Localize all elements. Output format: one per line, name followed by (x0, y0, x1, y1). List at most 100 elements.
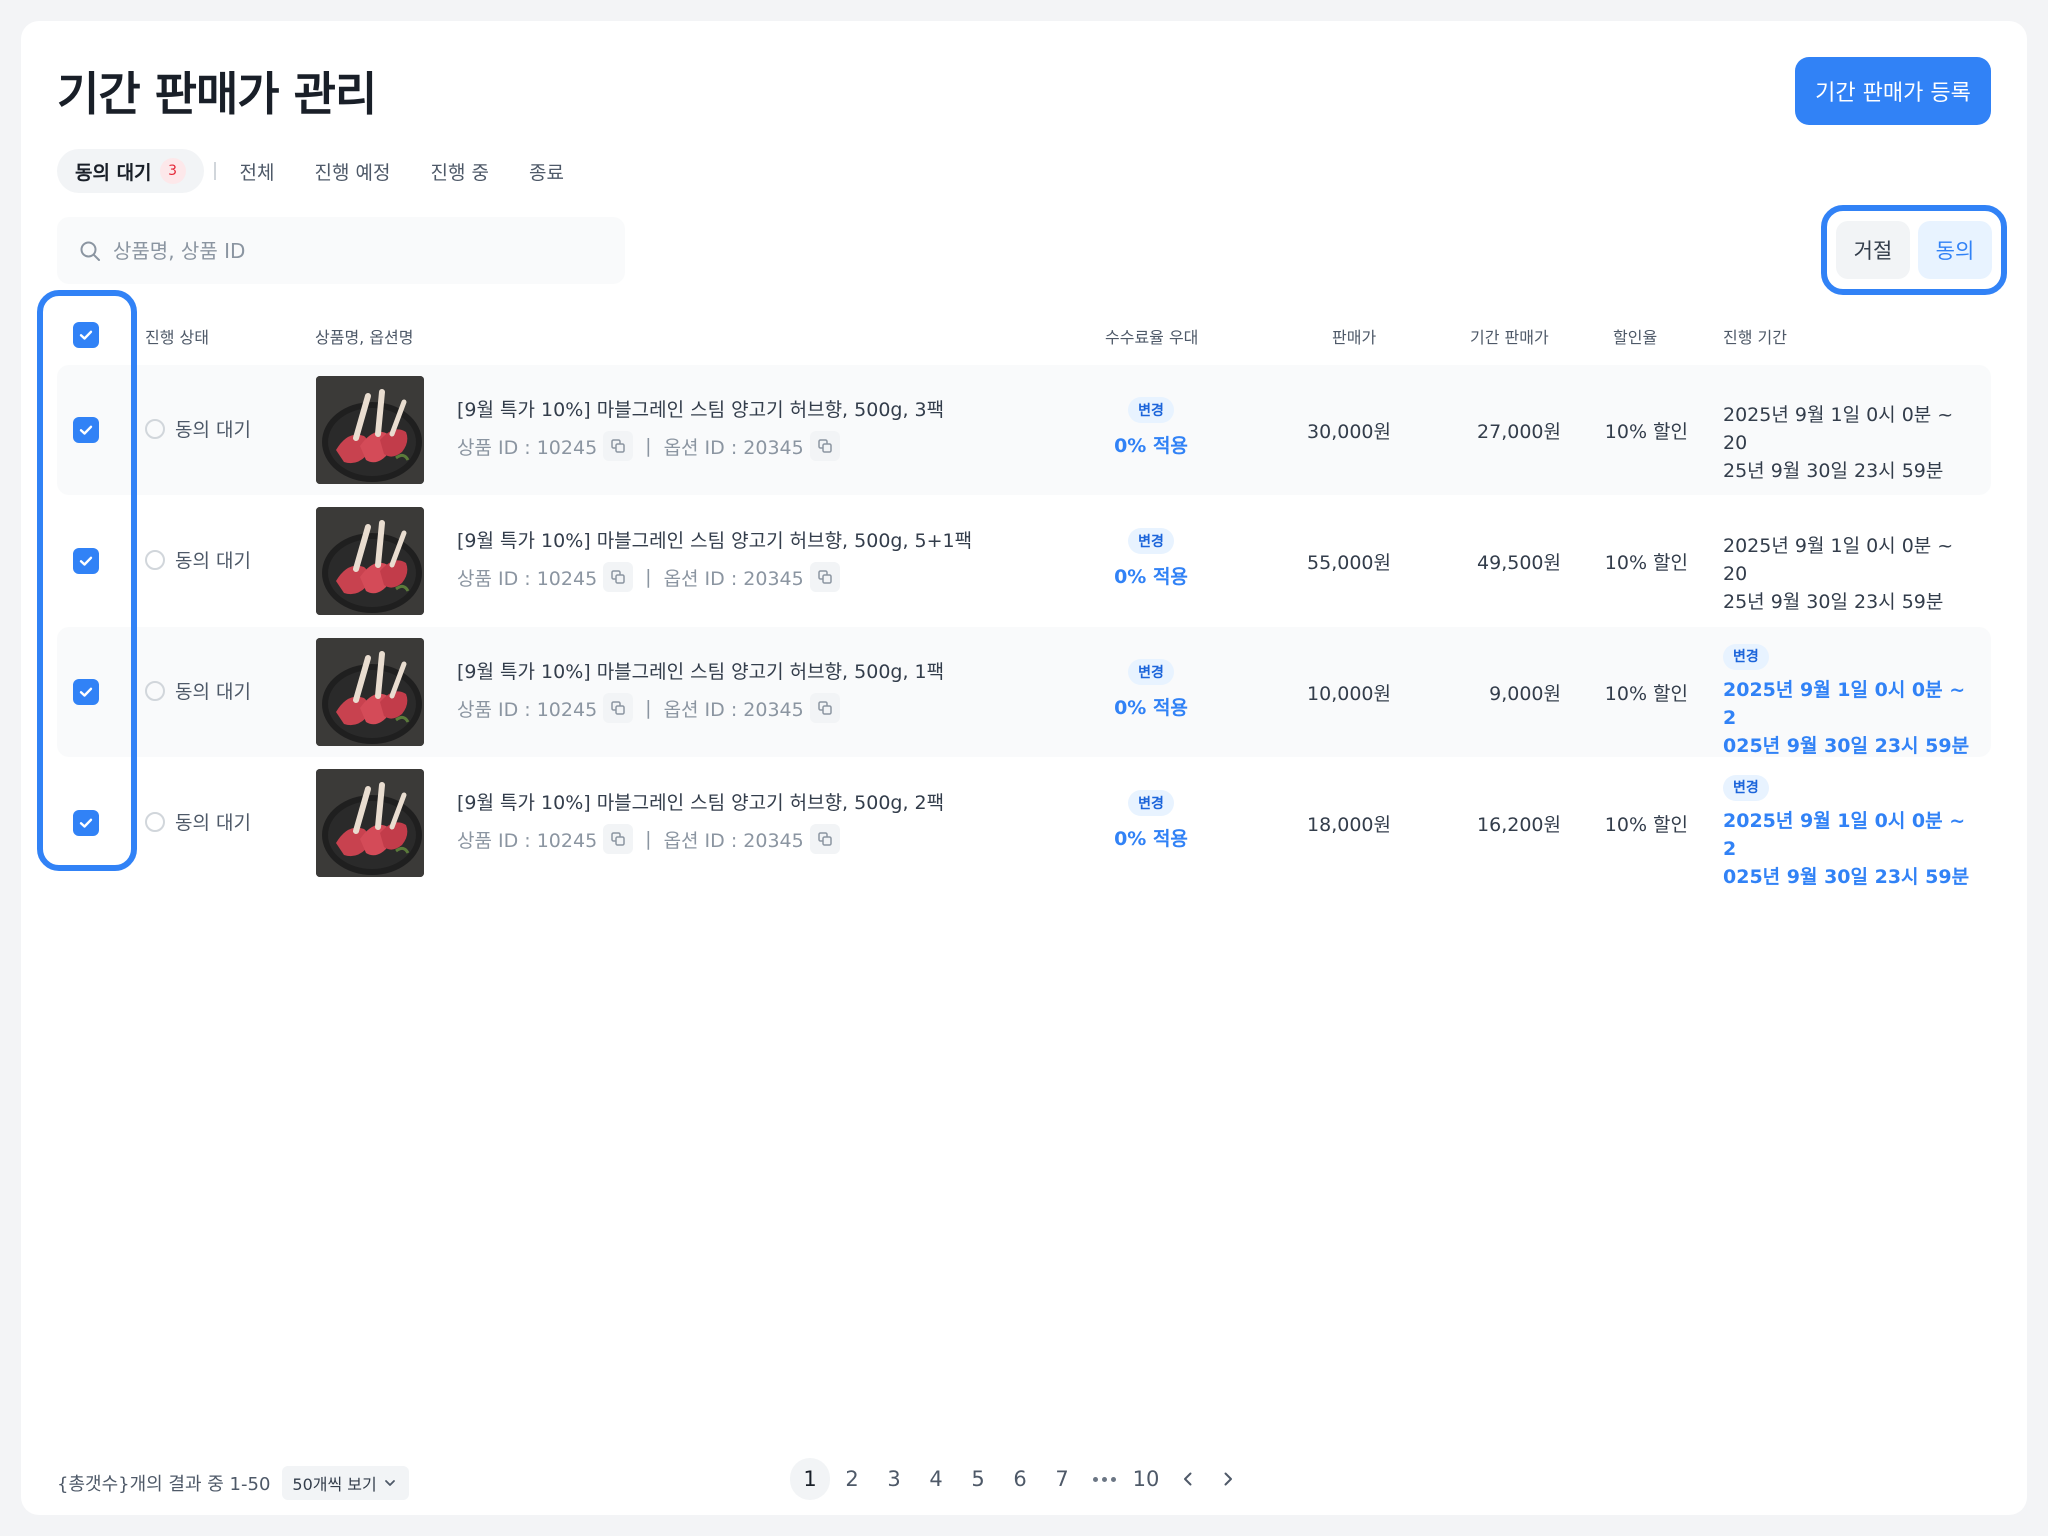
product-name: [9월 특가 10%] 마블그레인 스팀 양고기 허브향, 500g, 3팩 (457, 399, 945, 421)
option-id-text: 옵션 ID : 20345 (663, 698, 804, 721)
copy-product-id-button[interactable] (603, 431, 634, 461)
period-cell: 변경 2025년 9월 1일 0시 0분 ~ 2 025년 9월 30일 23시 5… (1723, 641, 1973, 760)
tab-pending-agreement[interactable]: 동의 대기 3 (57, 149, 204, 193)
search-box (57, 217, 625, 284)
copy-icon (611, 439, 625, 453)
tab-all[interactable]: 전체 (220, 149, 295, 193)
copy-product-id-button[interactable] (603, 824, 634, 854)
search-input[interactable] (113, 238, 613, 263)
page-6[interactable]: 6 (1000, 1458, 1040, 1500)
discount-cell: 10% 할인 (1604, 683, 1688, 705)
status-text: 동의 대기 (175, 681, 251, 703)
status-text: 동의 대기 (175, 812, 251, 834)
per-page-select[interactable]: 50개씩 보기 (282, 1466, 409, 1500)
copy-option-id-button[interactable] (809, 693, 840, 723)
reject-button[interactable]: 거절 (1836, 221, 1910, 279)
fee-change-badge: 변경 (1128, 790, 1174, 816)
option-id-text: 옵션 ID : 20345 (663, 436, 804, 459)
chevron-right-icon (1224, 1472, 1232, 1486)
fee-change-badge: 변경 (1128, 659, 1174, 685)
fee-change-badge: 변경 (1128, 528, 1174, 554)
fee-cell: 변경 0% 적용 (1091, 528, 1211, 589)
table-row[interactable]: 동의 대기 [9월 특가 10%] 마블그레인 스팀 양고기 허브향, 500g,… (57, 627, 1991, 757)
product-ids: 상품 ID : 10245 | 옵션 ID : 20345 (457, 824, 840, 854)
page-4[interactable]: 4 (916, 1458, 956, 1500)
next-page-button[interactable] (1208, 1458, 1248, 1500)
id-divider: | (645, 828, 652, 850)
tab-count-badge: 3 (159, 158, 186, 184)
tab-scheduled[interactable]: 진행 예정 (295, 149, 411, 193)
fee-cell: 변경 0% 적용 (1091, 397, 1211, 458)
table-row[interactable]: 동의 대기 [9월 특가 10%] 마블그레인 스팀 양고기 허브향, 500g,… (57, 496, 1991, 626)
status-radio-icon (145, 418, 165, 439)
agree-button[interactable]: 동의 (1918, 221, 1992, 279)
period-line-1: 2025년 9월 1일 0시 0분 ~ 2 (1723, 810, 1966, 860)
search-icon (80, 241, 100, 261)
copy-icon (611, 832, 625, 846)
table-row[interactable]: 동의 대기 [9월 특가 10%] 마블그레인 스팀 양고기 허브향, 500g,… (57, 758, 1991, 888)
table-row[interactable]: 동의 대기 [9월 특가 10%] 마블그레인 스팀 양고기 허브향, 500g,… (57, 365, 1991, 495)
id-divider: | (645, 697, 652, 719)
period-line-2: 25년 9월 30일 23시 59분 (1723, 460, 1944, 482)
copy-option-id-button[interactable] (809, 431, 840, 461)
copy-option-id-button[interactable] (809, 824, 840, 854)
tab-label: 동의 대기 (75, 161, 152, 184)
product-name: [9월 특가 10%] 마블그레인 스팀 양고기 허브향, 500g, 1팩 (457, 661, 945, 683)
fee-cell: 변경 0% 적용 (1091, 790, 1211, 851)
page-7[interactable]: 7 (1042, 1458, 1082, 1500)
page-1[interactable]: 1 (790, 1458, 830, 1500)
period-line-1: 2025년 9월 1일 0시 0분 ~ 20 (1723, 404, 1954, 454)
copy-product-id-button[interactable] (603, 693, 634, 723)
fee-cell: 변경 0% 적용 (1091, 659, 1211, 720)
price-cell: 18,000원 (1307, 814, 1391, 836)
product-ids: 상품 ID : 10245 | 옵션 ID : 20345 (457, 562, 840, 592)
product-ids: 상품 ID : 10245 | 옵션 ID : 20345 (457, 693, 840, 723)
product-name: [9월 특가 10%] 마블그레인 스팀 양고기 허브향, 500g, 5+1팩 (457, 530, 973, 552)
period-price-cell: 16,200원 (1477, 814, 1561, 836)
product-name: [9월 특가 10%] 마블그레인 스팀 양고기 허브향, 500g, 2팩 (457, 792, 945, 814)
fee-value: 0% 적용 (1114, 566, 1188, 588)
product-thumbnail (316, 376, 424, 484)
chevron-left-icon (1184, 1472, 1192, 1486)
page-3[interactable]: 3 (874, 1458, 914, 1500)
period-price-cell: 27,000원 (1477, 421, 1561, 443)
page-5[interactable]: 5 (958, 1458, 998, 1500)
period-price-cell: 9,000원 (1489, 683, 1561, 705)
bulk-action-group: 거절 동의 (1821, 205, 2007, 295)
discount-cell: 10% 할인 (1604, 552, 1688, 574)
status-cell: 동의 대기 (145, 808, 251, 835)
status-cell: 동의 대기 (145, 546, 251, 573)
product-thumbnail (316, 769, 424, 877)
tab-in-progress[interactable]: 진행 중 (410, 149, 508, 193)
page-last[interactable]: 10 (1126, 1458, 1166, 1500)
status-tabs: 동의 대기 3 전체 진행 예정 진행 중 종료 (57, 149, 584, 193)
fee-change-badge: 변경 (1128, 397, 1174, 423)
header-product: 상품명, 옵션명 (315, 328, 414, 347)
page-title: 기간 판매가 관리 (57, 67, 377, 121)
prev-page-button[interactable] (1168, 1458, 1208, 1500)
ellipsis-icon (1084, 1476, 1124, 1482)
product-id-text: 상품 ID : 10245 (457, 829, 598, 852)
copy-option-id-button[interactable] (809, 562, 840, 592)
per-page-label: 50개씩 보기 (292, 1475, 377, 1494)
id-divider: | (645, 435, 652, 457)
status-radio-icon (145, 811, 165, 832)
page-2[interactable]: 2 (832, 1458, 872, 1500)
period-cell: 2025년 9월 1일 0시 0분 ~ 20 25년 9월 30일 23시 59분 (1723, 532, 1973, 616)
tab-ended[interactable]: 종료 (509, 149, 584, 193)
fee-value: 0% 적용 (1114, 697, 1188, 719)
checkbox-column-highlight (37, 290, 137, 871)
product-id-text: 상품 ID : 10245 (457, 436, 598, 459)
copy-icon (611, 570, 625, 584)
price-cell: 30,000원 (1307, 421, 1391, 443)
period-line-2: 25년 9월 30일 23시 59분 (1723, 591, 1944, 613)
copy-icon (817, 701, 832, 715)
period-cell: 2025년 9월 1일 0시 0분 ~ 20 25년 9월 30일 23시 59분 (1723, 401, 1973, 485)
fee-value: 0% 적용 (1114, 828, 1188, 850)
discount-cell: 10% 할인 (1604, 814, 1688, 836)
register-period-price-button[interactable]: 기간 판매가 등록 (1795, 57, 1991, 125)
copy-product-id-button[interactable] (603, 562, 634, 592)
copy-icon (817, 832, 832, 846)
period-line-2: 025년 9월 30일 23시 59분 (1723, 735, 1970, 757)
price-cell: 10,000원 (1307, 683, 1391, 705)
